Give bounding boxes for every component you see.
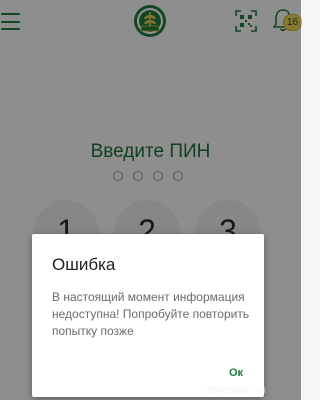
dialog-title: Ошибка xyxy=(52,255,116,274)
ok-button[interactable]: Ок xyxy=(229,367,243,379)
watermark: mynswer.ru xyxy=(207,384,267,396)
dialog-message: В настоящий момент информация недоступна… xyxy=(52,290,250,338)
error-dialog: Ошибка В настоящий момент информация нед… xyxy=(32,234,264,397)
